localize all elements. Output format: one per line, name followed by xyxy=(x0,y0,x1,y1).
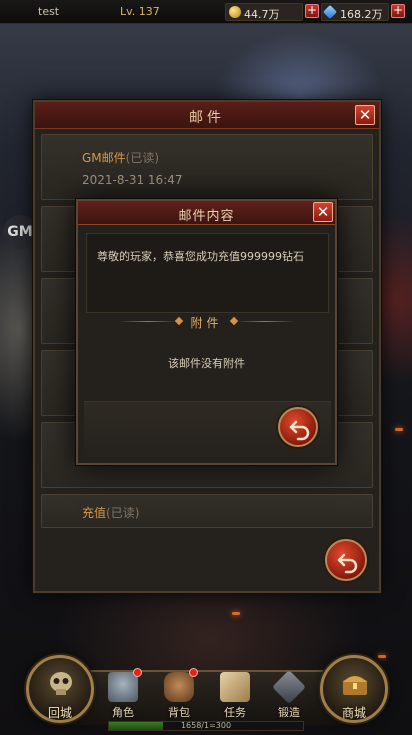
experience-text: 1658/1=300 xyxy=(180,721,232,730)
mail-read-status: (已读) xyxy=(106,506,140,520)
gold-coin-icon xyxy=(229,6,241,18)
top-status-bar: test Lv. 137 44.7万 + 168.2万 + xyxy=(0,0,412,24)
no-attachment-text: 该邮件没有附件 xyxy=(168,357,245,370)
mail-detail-dialog: 邮件内容 ✕ 尊敬的玩家，恭喜您成功充值999999钻石 附件 该邮件没有附件 xyxy=(76,199,337,465)
mail-panel-header: 邮件 ✕ xyxy=(35,102,379,129)
scroll-icon xyxy=(220,672,250,702)
treasure-chest-icon xyxy=(343,676,367,695)
player-name: test xyxy=(38,5,60,18)
notification-badge xyxy=(133,668,142,677)
gm-side-button[interactable]: GM xyxy=(3,215,37,249)
skull-gate-icon xyxy=(50,672,72,695)
notification-badge xyxy=(189,668,198,677)
ember-particle xyxy=(232,612,240,615)
bag-icon xyxy=(164,672,194,702)
nav-item-quest[interactable]: 任务 xyxy=(212,668,258,720)
player-level: Lv. 137 xyxy=(120,5,160,18)
add-gem-button[interactable]: + xyxy=(391,4,405,18)
gem-amount: 168.2万 xyxy=(340,8,383,21)
diamond-icon xyxy=(322,4,338,20)
attachment-header: 附件 xyxy=(190,316,223,330)
mail-panel-back-button[interactable] xyxy=(325,539,367,581)
divider-line xyxy=(235,321,295,322)
nav-item-forge[interactable]: 锻造 xyxy=(266,668,312,720)
mail-detail-title: 邮件内容 xyxy=(178,209,235,224)
add-gold-button[interactable]: + xyxy=(305,4,319,18)
return-arrow-icon xyxy=(337,553,358,574)
shop-label: 商城 xyxy=(341,706,366,720)
ember-particle xyxy=(395,428,403,431)
bottom-navigation: 回城 角色 背包 任务 锻造 商城 1658/1=300 xyxy=(0,650,412,735)
nav-label: 任务 xyxy=(224,706,246,719)
mail-date: 2021-8-31 16:47 xyxy=(82,173,183,187)
mail-read-status: (已读) xyxy=(125,151,160,165)
nav-item-character[interactable]: 角色 xyxy=(100,668,146,720)
mail-list-item[interactable]: 充值(已读) xyxy=(41,494,373,528)
nav-item-bag[interactable]: 背包 xyxy=(156,668,202,720)
return-arrow-icon xyxy=(289,420,310,441)
mail-content-box: 尊敬的玩家，恭喜您成功充值999999钻石 xyxy=(86,233,329,313)
return-city-button[interactable]: 回城 xyxy=(26,655,94,723)
mail-subject: GM邮件(已读) xyxy=(82,151,160,165)
gold-amount: 44.7万 xyxy=(244,8,280,21)
helmet-icon xyxy=(108,672,138,702)
close-mail-detail-button[interactable]: ✕ xyxy=(313,202,333,222)
close-mail-panel-button[interactable]: ✕ xyxy=(355,105,375,125)
shop-button[interactable]: 商城 xyxy=(320,655,388,723)
gold-counter: 44.7万 xyxy=(225,3,303,21)
return-city-label: 回城 xyxy=(47,706,72,720)
mail-detail-back-button[interactable] xyxy=(278,407,318,447)
gem-counter: 168.2万 xyxy=(321,3,389,21)
mail-list-item[interactable]: GM邮件(已读) 2021-8-31 16:47 xyxy=(41,134,373,200)
nav-label: 背包 xyxy=(168,706,190,719)
mail-subject: 充值(已读) xyxy=(82,506,140,520)
nav-label: 角色 xyxy=(112,706,134,719)
forge-icon xyxy=(272,670,306,704)
mail-detail-header: 邮件内容 ✕ xyxy=(78,201,335,225)
experience-bar: 1658/1=300 xyxy=(108,721,304,731)
nav-label: 锻造 xyxy=(278,706,300,719)
mail-panel-title: 邮件 xyxy=(189,110,225,126)
mail-content-text: 尊敬的玩家，恭喜您成功充值999999钻石 xyxy=(97,250,304,263)
